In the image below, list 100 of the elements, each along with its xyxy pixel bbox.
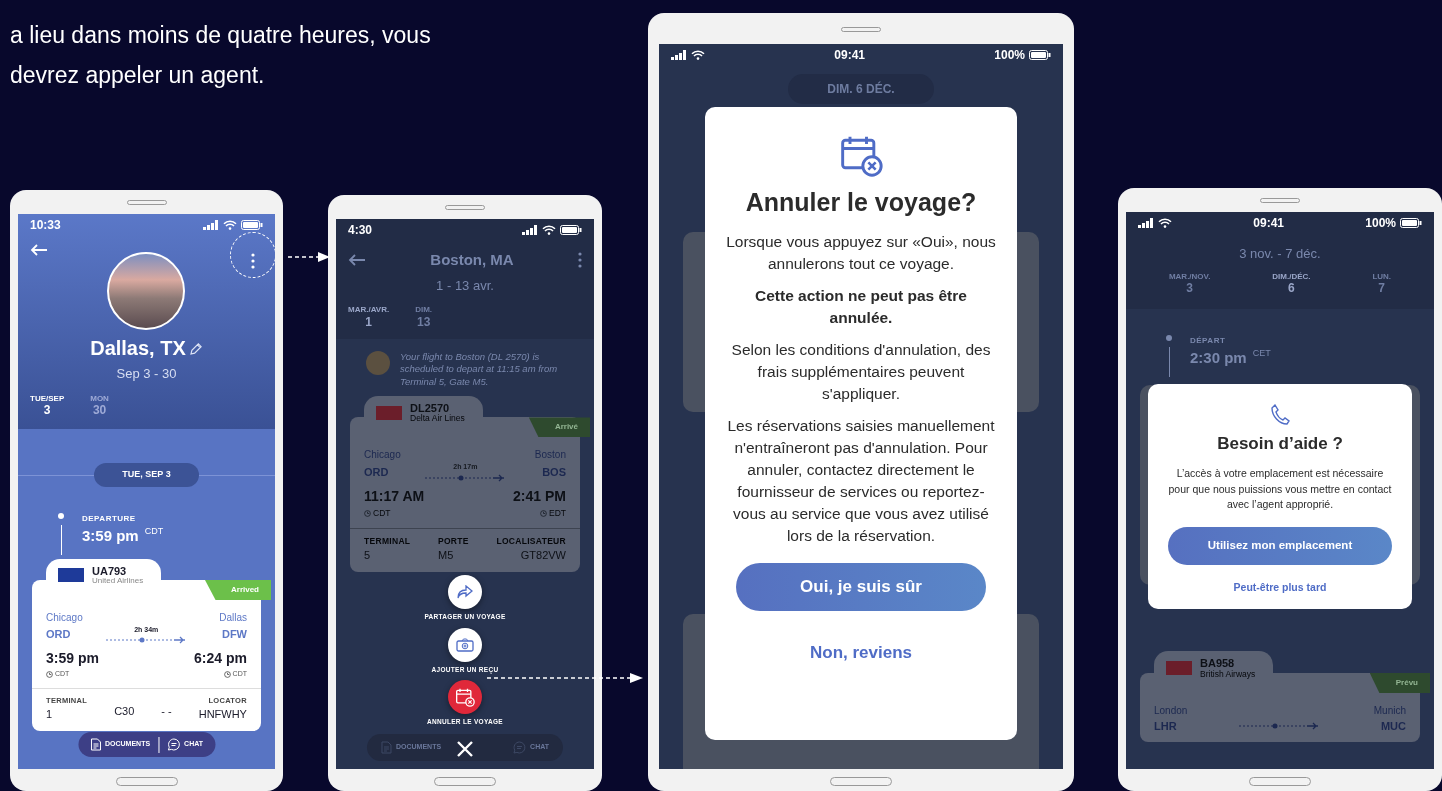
airline-name: Delta Air Lines	[410, 414, 465, 424]
trip-dates: 3 nov. - 7 déc.	[1238, 245, 1322, 263]
phone-icon	[1270, 404, 1290, 426]
flight-number: UA793	[92, 565, 128, 578]
signal-icon	[1138, 218, 1154, 228]
destination-city: Boston	[534, 448, 566, 463]
airline-logo	[376, 405, 402, 420]
chat-icon	[513, 741, 527, 754]
status-ribbon: Prévu	[1369, 672, 1430, 693]
battery-icon	[560, 225, 582, 235]
camera-icon	[456, 637, 474, 652]
battery-percent: 100%	[994, 47, 1025, 64]
confirm-button[interactable]: Oui, je suis sûr	[736, 563, 986, 611]
origin-code: LHR	[1154, 718, 1177, 734]
trip-title: Boston, MA	[430, 250, 514, 270]
destination-city: Munich	[1373, 703, 1406, 718]
pencil-icon[interactable]	[189, 341, 203, 355]
share-icon	[457, 584, 473, 599]
flight-number: BA958	[1200, 657, 1236, 670]
airline-name: United Airlines	[92, 577, 144, 586]
departure-time: 3:59 pm	[82, 527, 139, 544]
day-tab[interactable]: TUE/SEP 3	[30, 393, 65, 418]
status-time: 10:33	[30, 217, 61, 234]
calendar-x-icon	[455, 687, 475, 708]
detail-value: C30	[114, 703, 135, 719]
speaker-slot	[1260, 198, 1300, 203]
origin-code: ORD	[46, 627, 71, 643]
wifi-icon	[223, 220, 237, 230]
dialog-text: Les réservations saisies manuellement n'entraîneront pas d'annulation. Pour annuler, contactez directement le fournisseur de services ou reportez-vous au service que vous avez utilisé lors de la réservation.	[726, 416, 996, 546]
status-time: 09:41	[834, 47, 865, 64]
document-icon	[90, 738, 101, 751]
later-link[interactable]: Peut-être plus tard	[1227, 578, 1333, 597]
flight-number: DL2570	[410, 402, 451, 414]
dashed-arrow	[287, 252, 330, 262]
dialog-title: Besoin d’aide ?	[1217, 434, 1343, 455]
more-options-icon[interactable]	[251, 252, 255, 269]
back-arrow-icon[interactable]	[348, 254, 366, 267]
status-ribbon: Arrived	[205, 579, 271, 600]
dialog-text: L’accès à votre emplacement est nécessaire pour que nous puissions vous mettre en contact avec l’agent approprié.	[1167, 466, 1393, 513]
day-tab[interactable]: MAR./AVR. 1	[348, 305, 390, 329]
intro-text: a lieu dans moins de quatre heures, vous devrez appeler un agent.	[10, 21, 431, 90]
dialog-text: Cette action ne peut pas être annulée.	[754, 286, 968, 328]
detail-value: - -	[161, 703, 172, 719]
departure-time: 2:30 pm	[1190, 349, 1247, 367]
timeline-marker	[1166, 335, 1172, 378]
detail-value: 5	[364, 548, 372, 564]
signal-icon	[671, 50, 687, 60]
status-ribbon: Arrivé	[528, 417, 590, 438]
more-options-icon[interactable]	[578, 252, 582, 269]
date-pill: DIM. 6 DÉC.	[788, 74, 934, 104]
location-button[interactable]: Utilisez mon emplacement	[1168, 526, 1392, 565]
clock-icon	[364, 509, 371, 517]
battery-icon	[1029, 50, 1051, 60]
detail-value: M5	[438, 548, 455, 564]
dialog-title: Annuler le voyage?	[745, 187, 977, 217]
day-tab[interactable]: DIM. 13	[415, 305, 433, 329]
departure-label: DÉPART	[1190, 335, 1227, 348]
battery-icon	[241, 220, 263, 230]
origin-code: ORD	[364, 464, 389, 480]
dialog-text: Lorsque vous appuyez sur «Oui», nous annulerons tout ce voyage.	[725, 232, 997, 274]
dialog-text: Selon les conditions d'annulation, des frais supplémentaires peuvent s'appliquer.	[730, 340, 992, 404]
wifi-icon	[1158, 218, 1172, 228]
departure-time: 11:17 AM	[364, 486, 425, 506]
wifi-icon	[691, 50, 705, 60]
wifi-icon	[542, 225, 556, 235]
close-button[interactable]	[456, 740, 474, 758]
airline-logo	[1166, 661, 1192, 676]
signal-icon	[522, 225, 538, 235]
status-time: 09:41	[1253, 215, 1284, 232]
time-zone: CET	[1252, 348, 1271, 359]
battery-percent: 100%	[1365, 215, 1396, 232]
detail-value: GT82VW	[520, 548, 566, 564]
origin-city: Chicago	[46, 610, 83, 625]
day-tab[interactable]: LUN. 7	[1372, 271, 1392, 296]
speaker-slot	[841, 27, 881, 32]
detail-value: HNFWHY	[198, 707, 247, 723]
dismiss-link[interactable]: Non, reviens	[803, 639, 918, 667]
destination-city: Dallas	[219, 610, 247, 625]
detail-value: 1	[46, 707, 54, 723]
departure-time: 3:59 pm	[46, 649, 99, 669]
day-tab[interactable]: MON 30	[90, 393, 109, 418]
departure-label: DEPARTURE	[82, 513, 137, 525]
origin-city: Chicago	[364, 448, 401, 463]
trip-title: Dallas, TX	[90, 336, 186, 360]
airline-logo	[58, 568, 84, 583]
chat-icon	[167, 738, 181, 751]
timeline-marker	[58, 513, 64, 555]
detail-label: PORTE	[438, 534, 469, 548]
arrival-time: 2:41 PM	[513, 486, 566, 506]
day-tab[interactable]: MAR./NOV. 3	[1168, 271, 1211, 296]
detail-label: TERMINAL	[364, 534, 411, 548]
document-icon	[381, 741, 392, 754]
trip-dates: Sep 3 - 30	[115, 365, 178, 383]
airline-name: British Airways	[1200, 669, 1256, 679]
day-tab[interactable]: DIM./DÉC. 6	[1272, 271, 1311, 296]
detail-label: LOCALISATEUR	[496, 534, 566, 548]
date-pill: TUE, SEP 3	[94, 463, 199, 487]
close-icon	[456, 740, 474, 758]
origin-city: London	[1154, 703, 1188, 718]
time-zone: CDT	[373, 506, 391, 520]
